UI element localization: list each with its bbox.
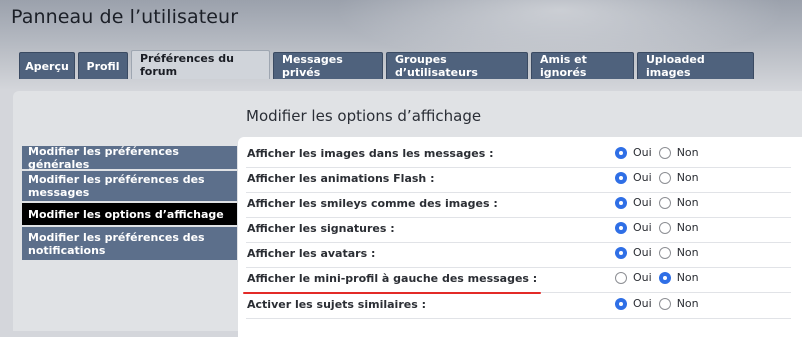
radio-non[interactable]	[658, 171, 671, 184]
sidebar-item-general-preferences[interactable]: Modifier les préférences générales	[22, 144, 237, 171]
option-row-flash: Afficher les animations Flash : Oui Non	[246, 168, 791, 193]
radio-oui[interactable]	[615, 171, 627, 184]
radio-group-similar-topics: Oui Non	[615, 297, 706, 310]
sidebar-item-label: Modifier les préférences des messages	[28, 173, 205, 199]
radio-oui[interactable]	[615, 146, 627, 159]
radio-non-label[interactable]: Non	[677, 221, 699, 234]
radio-non-label[interactable]: Non	[677, 271, 699, 284]
section-title: Modifier les options d’affichage	[246, 107, 482, 125]
radio-oui-label[interactable]: Oui	[633, 297, 652, 310]
radio-group-avatars: Oui Non	[615, 246, 706, 259]
radio-non[interactable]	[658, 246, 671, 259]
radio-oui-label[interactable]: Oui	[633, 246, 652, 259]
radio-non[interactable]	[658, 196, 671, 209]
radio-group-signatures: Oui Non	[615, 221, 706, 234]
option-label: Afficher les avatars :	[247, 247, 376, 260]
sidebar-item-display-options[interactable]: Modifier les options d’affichage	[22, 203, 237, 225]
radio-non-label[interactable]: Non	[677, 246, 699, 259]
radio-oui-label[interactable]: Oui	[633, 271, 652, 284]
option-label: Afficher les signatures :	[247, 222, 395, 235]
radio-non[interactable]	[658, 297, 671, 310]
option-row-similar-topics: Activer les sujets similaires : Oui Non	[246, 294, 791, 319]
radio-group-mini-profile: Oui Non	[615, 271, 706, 284]
tab-profil[interactable]: Profil	[78, 52, 128, 79]
radio-non[interactable]	[658, 146, 671, 159]
radio-oui-label[interactable]: Oui	[633, 171, 652, 184]
sidebar: Modifier les préférences générales Modif…	[22, 144, 237, 262]
option-row-smileys: Afficher les smileys comme des images : …	[246, 193, 791, 218]
radio-oui-label[interactable]: Oui	[633, 146, 652, 159]
tab-apercu[interactable]: Aperçu	[19, 52, 75, 79]
tab-uploaded-images[interactable]: Uploaded images	[637, 52, 754, 79]
page-title: Panneau de l’utilisateur	[11, 6, 239, 28]
tab-bar: Aperçu Profil Préférences du forum Messa…	[19, 50, 757, 79]
radio-group-smileys: Oui Non	[615, 196, 706, 209]
option-row-avatars: Afficher les avatars : Oui Non	[246, 243, 791, 268]
option-label: Afficher les animations Flash :	[247, 172, 435, 185]
radio-group-images: Oui Non	[615, 146, 706, 159]
radio-non-label[interactable]: Non	[677, 171, 699, 184]
sidebar-item-label: Modifier les préférences des notificatio…	[28, 230, 205, 257]
option-label: Afficher les smileys comme des images :	[247, 197, 498, 210]
tab-groupes-utilisateurs[interactable]: Groupes d’utilisateurs	[386, 52, 528, 79]
radio-non[interactable]	[658, 271, 671, 284]
tab-messages-prives[interactable]: Messages privés	[273, 52, 383, 79]
sidebar-item-message-preferences[interactable]: Modifier les préférences des messages	[22, 171, 237, 201]
radio-oui[interactable]	[615, 196, 627, 209]
option-label: Afficher le mini-profil à gauche des mes…	[247, 272, 538, 285]
radio-non-label[interactable]: Non	[677, 297, 699, 310]
radio-oui[interactable]	[615, 271, 627, 284]
sidebar-item-label: Modifier les préférences générales	[28, 144, 179, 171]
radio-oui[interactable]	[615, 221, 627, 234]
tab-amis-ignores[interactable]: Amis et ignorés	[531, 52, 634, 79]
radio-group-flash: Oui Non	[615, 171, 706, 184]
option-label: Activer les sujets similaires :	[247, 298, 426, 311]
option-row-mini-profile: Afficher le mini-profil à gauche des mes…	[246, 268, 791, 293]
radio-oui-label[interactable]: Oui	[633, 196, 652, 209]
radio-oui[interactable]	[615, 297, 627, 310]
option-row-images: Afficher les images dans les messages : …	[246, 143, 791, 168]
radio-oui-label[interactable]: Oui	[633, 221, 652, 234]
sidebar-item-notification-preferences[interactable]: Modifier les préférences des notificatio…	[22, 227, 237, 260]
option-row-signatures: Afficher les signatures : Oui Non	[246, 218, 791, 243]
option-label: Afficher les images dans les messages :	[247, 147, 494, 160]
tab-preferences-forum[interactable]: Préférences du forum	[131, 50, 270, 79]
radio-oui[interactable]	[615, 246, 627, 259]
sidebar-item-label: Modifier les options d’affichage	[28, 207, 224, 221]
radio-non[interactable]	[658, 221, 671, 234]
radio-non-label[interactable]: Non	[677, 146, 699, 159]
radio-non-label[interactable]: Non	[677, 196, 699, 209]
